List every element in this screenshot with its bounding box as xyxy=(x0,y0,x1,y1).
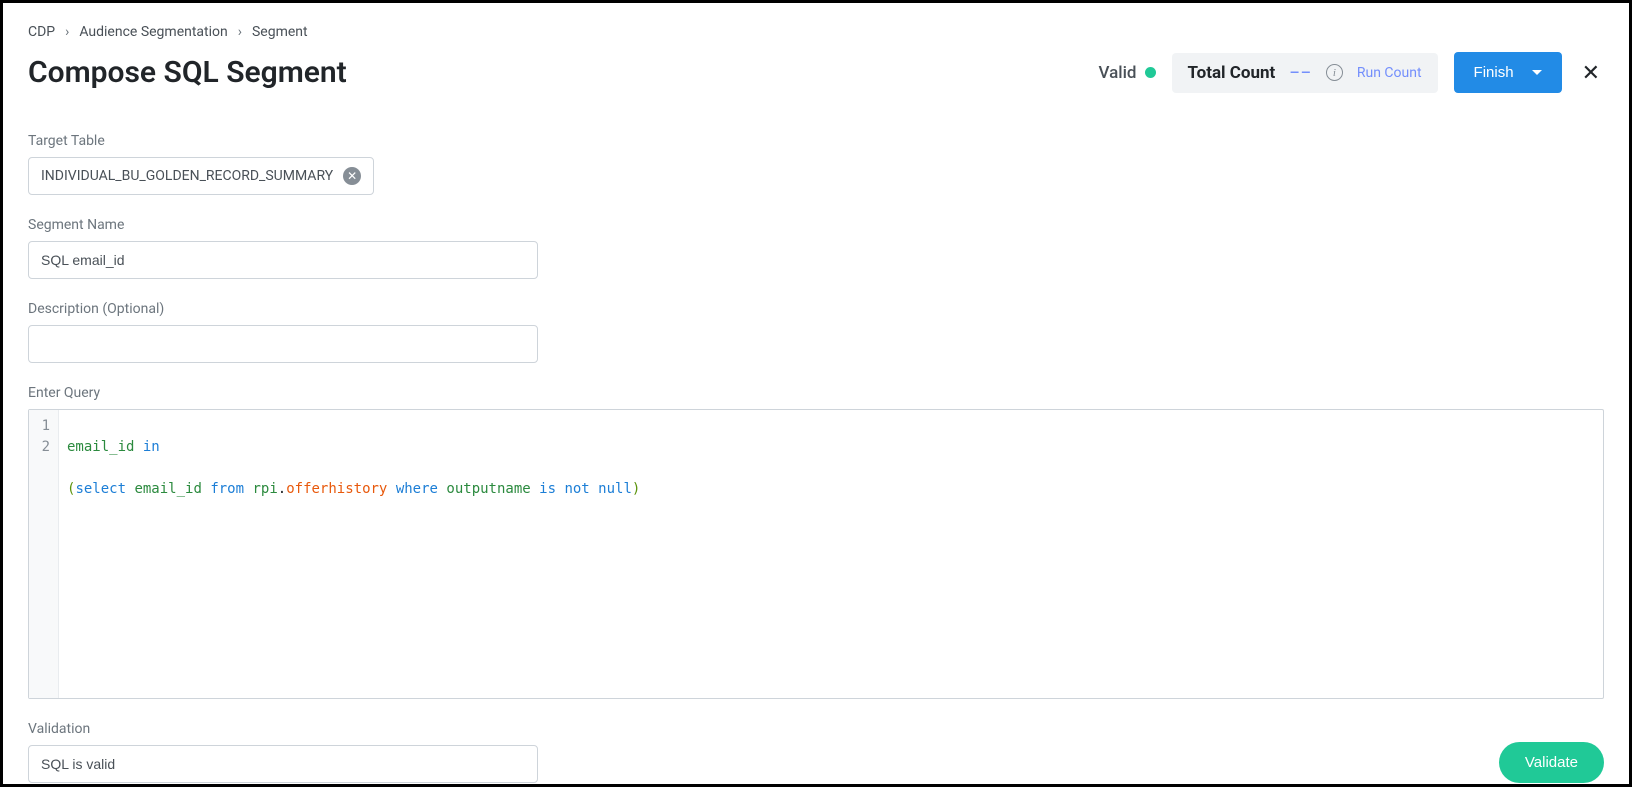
page-header: Compose SQL Segment Valid Total Count ––… xyxy=(28,52,1604,93)
description-input[interactable] xyxy=(28,325,538,363)
code-token: ) xyxy=(632,481,640,497)
target-table-value: INDIVIDUAL_BU_GOLDEN_RECORD_SUMMARY xyxy=(41,168,333,184)
breadcrumb-cdp[interactable]: CDP xyxy=(28,24,55,40)
code-area[interactable]: email_id in (select email_id from rpi.of… xyxy=(59,410,648,698)
header-actions: Valid Total Count –– i Run Count Finish … xyxy=(1099,52,1605,93)
description-label: Description (Optional) xyxy=(28,301,538,317)
run-count-link[interactable]: Run Count xyxy=(1357,65,1422,81)
segment-name-field: Segment Name xyxy=(28,217,538,279)
code-token: . xyxy=(278,481,286,497)
finish-label: Finish xyxy=(1474,64,1514,81)
line-gutter: 1 2 xyxy=(29,410,59,698)
code-token: in xyxy=(143,439,160,455)
breadcrumb-segment[interactable]: Segment xyxy=(252,24,308,40)
breadcrumb-audience-segmentation[interactable]: Audience Segmentation xyxy=(79,24,227,40)
code-token: not xyxy=(564,481,589,497)
code-token: rpi xyxy=(252,481,277,497)
page-title: Compose SQL Segment xyxy=(28,55,347,90)
validate-button[interactable]: Validate xyxy=(1499,742,1604,783)
code-token: null xyxy=(598,481,632,497)
code-token: select xyxy=(75,481,126,497)
finish-button[interactable]: Finish xyxy=(1454,52,1562,93)
query-label: Enter Query xyxy=(28,385,1604,401)
validation-status: Valid xyxy=(1099,63,1156,83)
total-count-value: –– xyxy=(1289,63,1312,82)
validation-label: Validation xyxy=(28,721,538,737)
segment-name-input[interactable] xyxy=(28,241,538,279)
code-token: outputname xyxy=(446,481,530,497)
info-icon[interactable]: i xyxy=(1326,64,1343,81)
chevron-right-icon: › xyxy=(65,24,69,40)
code-token: email_id xyxy=(134,481,201,497)
clear-icon[interactable]: ✕ xyxy=(343,167,361,185)
target-table-select[interactable]: INDIVIDUAL_BU_GOLDEN_RECORD_SUMMARY ✕ xyxy=(28,157,374,195)
close-button[interactable]: ✕ xyxy=(1578,58,1604,88)
caret-down-icon xyxy=(1532,70,1542,75)
segment-name-label: Segment Name xyxy=(28,217,538,233)
status-dot-icon xyxy=(1145,67,1156,78)
code-token: from xyxy=(210,481,244,497)
code-token: is xyxy=(539,481,556,497)
line-number: 1 xyxy=(35,416,50,437)
code-token: email_id xyxy=(67,439,134,455)
line-number: 2 xyxy=(35,437,50,458)
breadcrumb: CDP › Audience Segmentation › Segment xyxy=(28,24,1604,40)
total-count-label: Total Count xyxy=(1188,63,1276,83)
code-token: offerhistory xyxy=(286,481,387,497)
validation-field: Validation xyxy=(28,721,538,783)
valid-label: Valid xyxy=(1099,63,1137,83)
description-field: Description (Optional) xyxy=(28,301,538,363)
target-table-label: Target Table xyxy=(28,133,1604,149)
chevron-right-icon: › xyxy=(238,24,242,40)
footer-row: Validation Validate xyxy=(28,721,1604,783)
query-field: Enter Query 1 2 email_id in (select emai… xyxy=(28,385,1604,699)
query-editor[interactable]: 1 2 email_id in (select email_id from rp… xyxy=(28,409,1604,699)
total-count-panel: Total Count –– i Run Count xyxy=(1172,53,1438,93)
code-token: where xyxy=(396,481,438,497)
target-table-field: Target Table INDIVIDUAL_BU_GOLDEN_RECORD… xyxy=(28,133,1604,195)
validation-output xyxy=(28,745,538,783)
close-icon: ✕ xyxy=(1582,60,1600,85)
